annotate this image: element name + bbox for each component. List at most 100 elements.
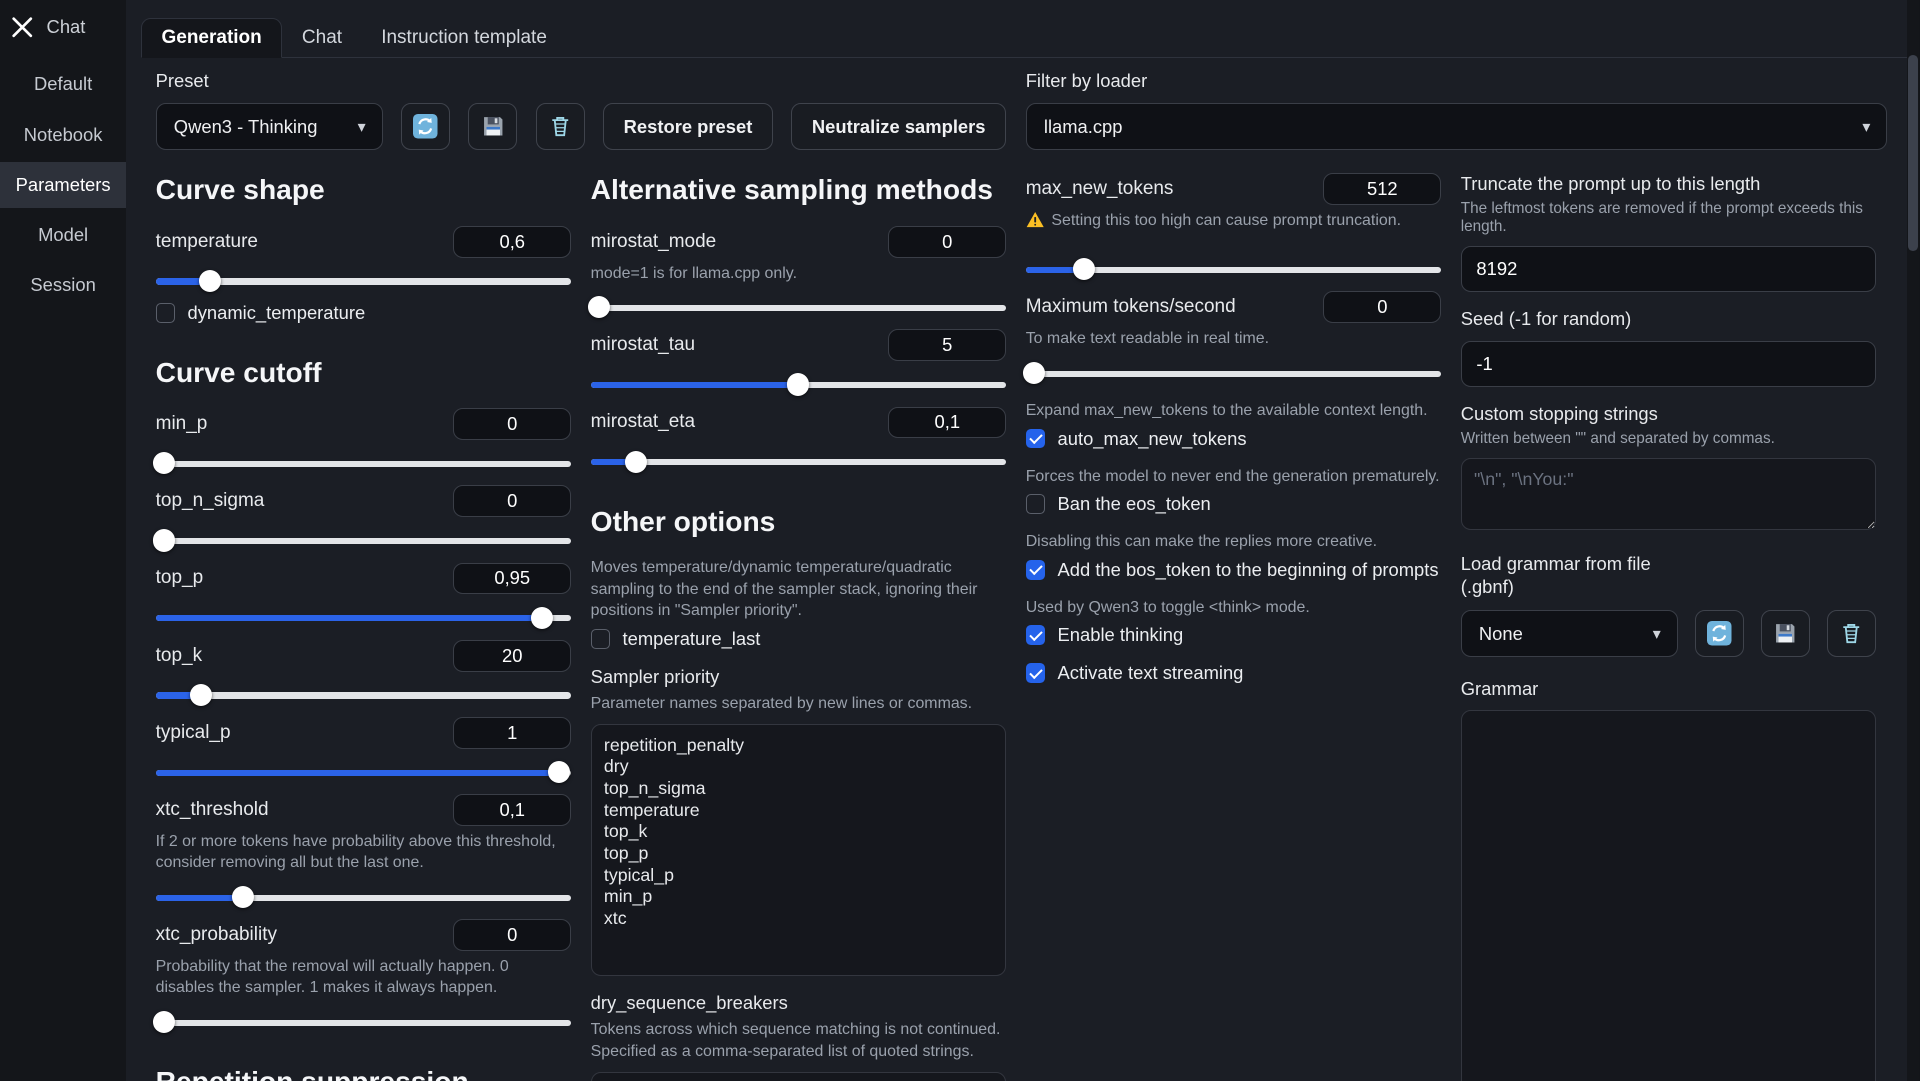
- slider-thumb[interactable]: [232, 886, 254, 908]
- slider-thumb[interactable]: [625, 451, 647, 473]
- stopping-strings-label: Custom stopping strings: [1461, 403, 1876, 426]
- top-p-input[interactable]: [453, 563, 571, 595]
- slider-track[interactable]: [156, 1020, 571, 1026]
- top-p-slider[interactable]: [156, 607, 571, 629]
- delete-preset-button[interactable]: [536, 103, 585, 150]
- enable-thinking-desc: Used by Qwen3 to toggle <think> mode.: [1026, 597, 1441, 619]
- sidebar-item-model[interactable]: Model: [0, 212, 126, 259]
- slider-thumb[interactable]: [153, 452, 175, 474]
- enable-thinking-checkbox-row[interactable]: Enable thinking: [1026, 624, 1441, 646]
- max-new-tokens-slider[interactable]: [1026, 258, 1441, 280]
- save-preset-button[interactable]: [468, 103, 517, 150]
- add-bos-token-checkbox-row[interactable]: Add the bos_token to the beginning of pr…: [1026, 559, 1441, 581]
- slider-thumb[interactable]: [548, 761, 570, 783]
- max-new-tokens-input[interactable]: [1323, 173, 1441, 205]
- xtc-threshold-slider[interactable]: [156, 886, 571, 908]
- neutralize-samplers-button[interactable]: Neutralize samplers: [791, 103, 1006, 150]
- dynamic-temperature-checkbox[interactable]: [156, 303, 176, 323]
- save-icon: [481, 114, 506, 139]
- delete-grammar-button[interactable]: [1827, 610, 1876, 657]
- save-grammar-button[interactable]: [1761, 610, 1810, 657]
- sidebar-item-session[interactable]: Session: [0, 262, 126, 309]
- sampler-priority-textarea[interactable]: repetition_penalty dry top_n_sigma tempe…: [591, 724, 1006, 976]
- temperature-last-checkbox[interactable]: [591, 629, 611, 649]
- mirostat-mode-input[interactable]: [888, 226, 1006, 258]
- slider-thumb[interactable]: [199, 270, 221, 292]
- xtc-threshold-input[interactable]: [453, 794, 571, 826]
- preset-dropdown[interactable]: Qwen3 - Thinking ▾: [156, 103, 383, 150]
- truncate-input[interactable]: [1461, 246, 1876, 293]
- sidebar-item-notebook[interactable]: Notebook: [0, 111, 126, 158]
- slider-thumb[interactable]: [588, 296, 610, 318]
- enable-thinking-checkbox[interactable]: [1026, 625, 1046, 645]
- temperature-input[interactable]: [453, 226, 571, 258]
- add-bos-token-checkbox[interactable]: [1026, 560, 1046, 580]
- scrollbar-thumb[interactable]: [1908, 55, 1918, 251]
- max-tokens-second-slider[interactable]: [1026, 362, 1441, 384]
- stopping-strings-textarea[interactable]: [1461, 458, 1876, 530]
- slider-thumb[interactable]: [153, 529, 175, 551]
- slider-track[interactable]: [591, 459, 1006, 465]
- activate-streaming-checkbox-row[interactable]: Activate text streaming: [1026, 662, 1441, 684]
- top-n-sigma-slider[interactable]: [156, 529, 571, 551]
- preset-value: Qwen3 - Thinking: [174, 116, 318, 138]
- activate-streaming-checkbox[interactable]: [1026, 663, 1046, 683]
- dynamic-temperature-checkbox-row[interactable]: dynamic_temperature: [156, 302, 571, 324]
- temperature-last-checkbox-row[interactable]: temperature_last: [591, 628, 1006, 650]
- top-n-sigma-label: top_n_sigma: [156, 490, 265, 512]
- mirostat-eta-input[interactable]: [888, 407, 1006, 439]
- close-icon[interactable]: [10, 15, 35, 40]
- mirostat-tau-slider[interactable]: [591, 373, 1006, 395]
- grammar-file-dropdown[interactable]: None ▾: [1461, 610, 1678, 657]
- slider-track[interactable]: [156, 461, 571, 467]
- top-n-sigma-input[interactable]: [453, 485, 571, 517]
- auto-max-new-tokens-label: auto_max_new_tokens: [1058, 428, 1247, 450]
- grammar-textarea[interactable]: [1461, 710, 1876, 1080]
- restore-preset-button[interactable]: Restore preset: [603, 103, 773, 150]
- sidebar-item-default[interactable]: Default: [0, 61, 126, 108]
- column-prompt: Truncate the prompt up to this length Th…: [1461, 173, 1876, 1081]
- mirostat-eta-slider[interactable]: [591, 451, 1006, 473]
- slider-track[interactable]: [156, 538, 571, 544]
- slider-track[interactable]: [1026, 371, 1441, 377]
- slider-thumb[interactable]: [531, 607, 553, 629]
- auto-max-new-tokens-checkbox-row[interactable]: auto_max_new_tokens: [1026, 428, 1441, 450]
- ban-eos-token-checkbox[interactable]: [1026, 494, 1046, 514]
- xtc-probability-slider[interactable]: [156, 1011, 571, 1033]
- auto-max-new-tokens-checkbox[interactable]: [1026, 429, 1046, 449]
- page-scrollbar[interactable]: [1907, 0, 1919, 1081]
- mirostat-tau-input[interactable]: [888, 329, 1006, 361]
- ban-eos-token-checkbox-row[interactable]: Ban the eos_token: [1026, 493, 1441, 515]
- sidebar-item-parameters[interactable]: Parameters: [0, 162, 126, 209]
- tab-instruction-template[interactable]: Instruction template: [362, 19, 567, 57]
- slider-thumb[interactable]: [787, 373, 809, 395]
- typical-p-slider[interactable]: [156, 761, 571, 783]
- xtc-probability-input[interactable]: [453, 919, 571, 951]
- min-p-slider[interactable]: [156, 452, 571, 474]
- sidebar-nav: Default Notebook Parameters Model Sessio…: [0, 61, 126, 308]
- sidebar-section-label: Chat: [47, 16, 86, 38]
- dynamic-temperature-label: dynamic_temperature: [187, 302, 365, 324]
- temperature-slider[interactable]: [156, 270, 571, 292]
- refresh-preset-button[interactable]: [401, 103, 450, 150]
- ban-eos-token-label: Ban the eos_token: [1058, 493, 1211, 515]
- tab-generation[interactable]: Generation: [141, 18, 282, 58]
- slider-thumb[interactable]: [153, 1011, 175, 1033]
- max-tokens-second-label: Maximum tokens/second: [1026, 296, 1236, 318]
- min-p-input[interactable]: [453, 408, 571, 440]
- mirostat-mode-slider[interactable]: [591, 296, 1006, 318]
- xtc-threshold-desc: If 2 or more tokens have probability abo…: [156, 831, 571, 874]
- slider-track[interactable]: [156, 692, 571, 698]
- max-tokens-second-input[interactable]: [1323, 291, 1441, 323]
- slider-thumb[interactable]: [1023, 362, 1045, 384]
- top-k-input[interactable]: [453, 640, 571, 672]
- typical-p-input[interactable]: [453, 717, 571, 749]
- slider-thumb[interactable]: [1073, 258, 1095, 280]
- slider-thumb[interactable]: [190, 684, 212, 706]
- top-k-slider[interactable]: [156, 684, 571, 706]
- tab-chat[interactable]: Chat: [282, 19, 361, 57]
- slider-track[interactable]: [591, 305, 1006, 311]
- refresh-grammar-button[interactable]: [1695, 610, 1744, 657]
- seed-input[interactable]: [1461, 341, 1876, 388]
- loader-dropdown[interactable]: llama.cpp ▾: [1026, 103, 1888, 150]
